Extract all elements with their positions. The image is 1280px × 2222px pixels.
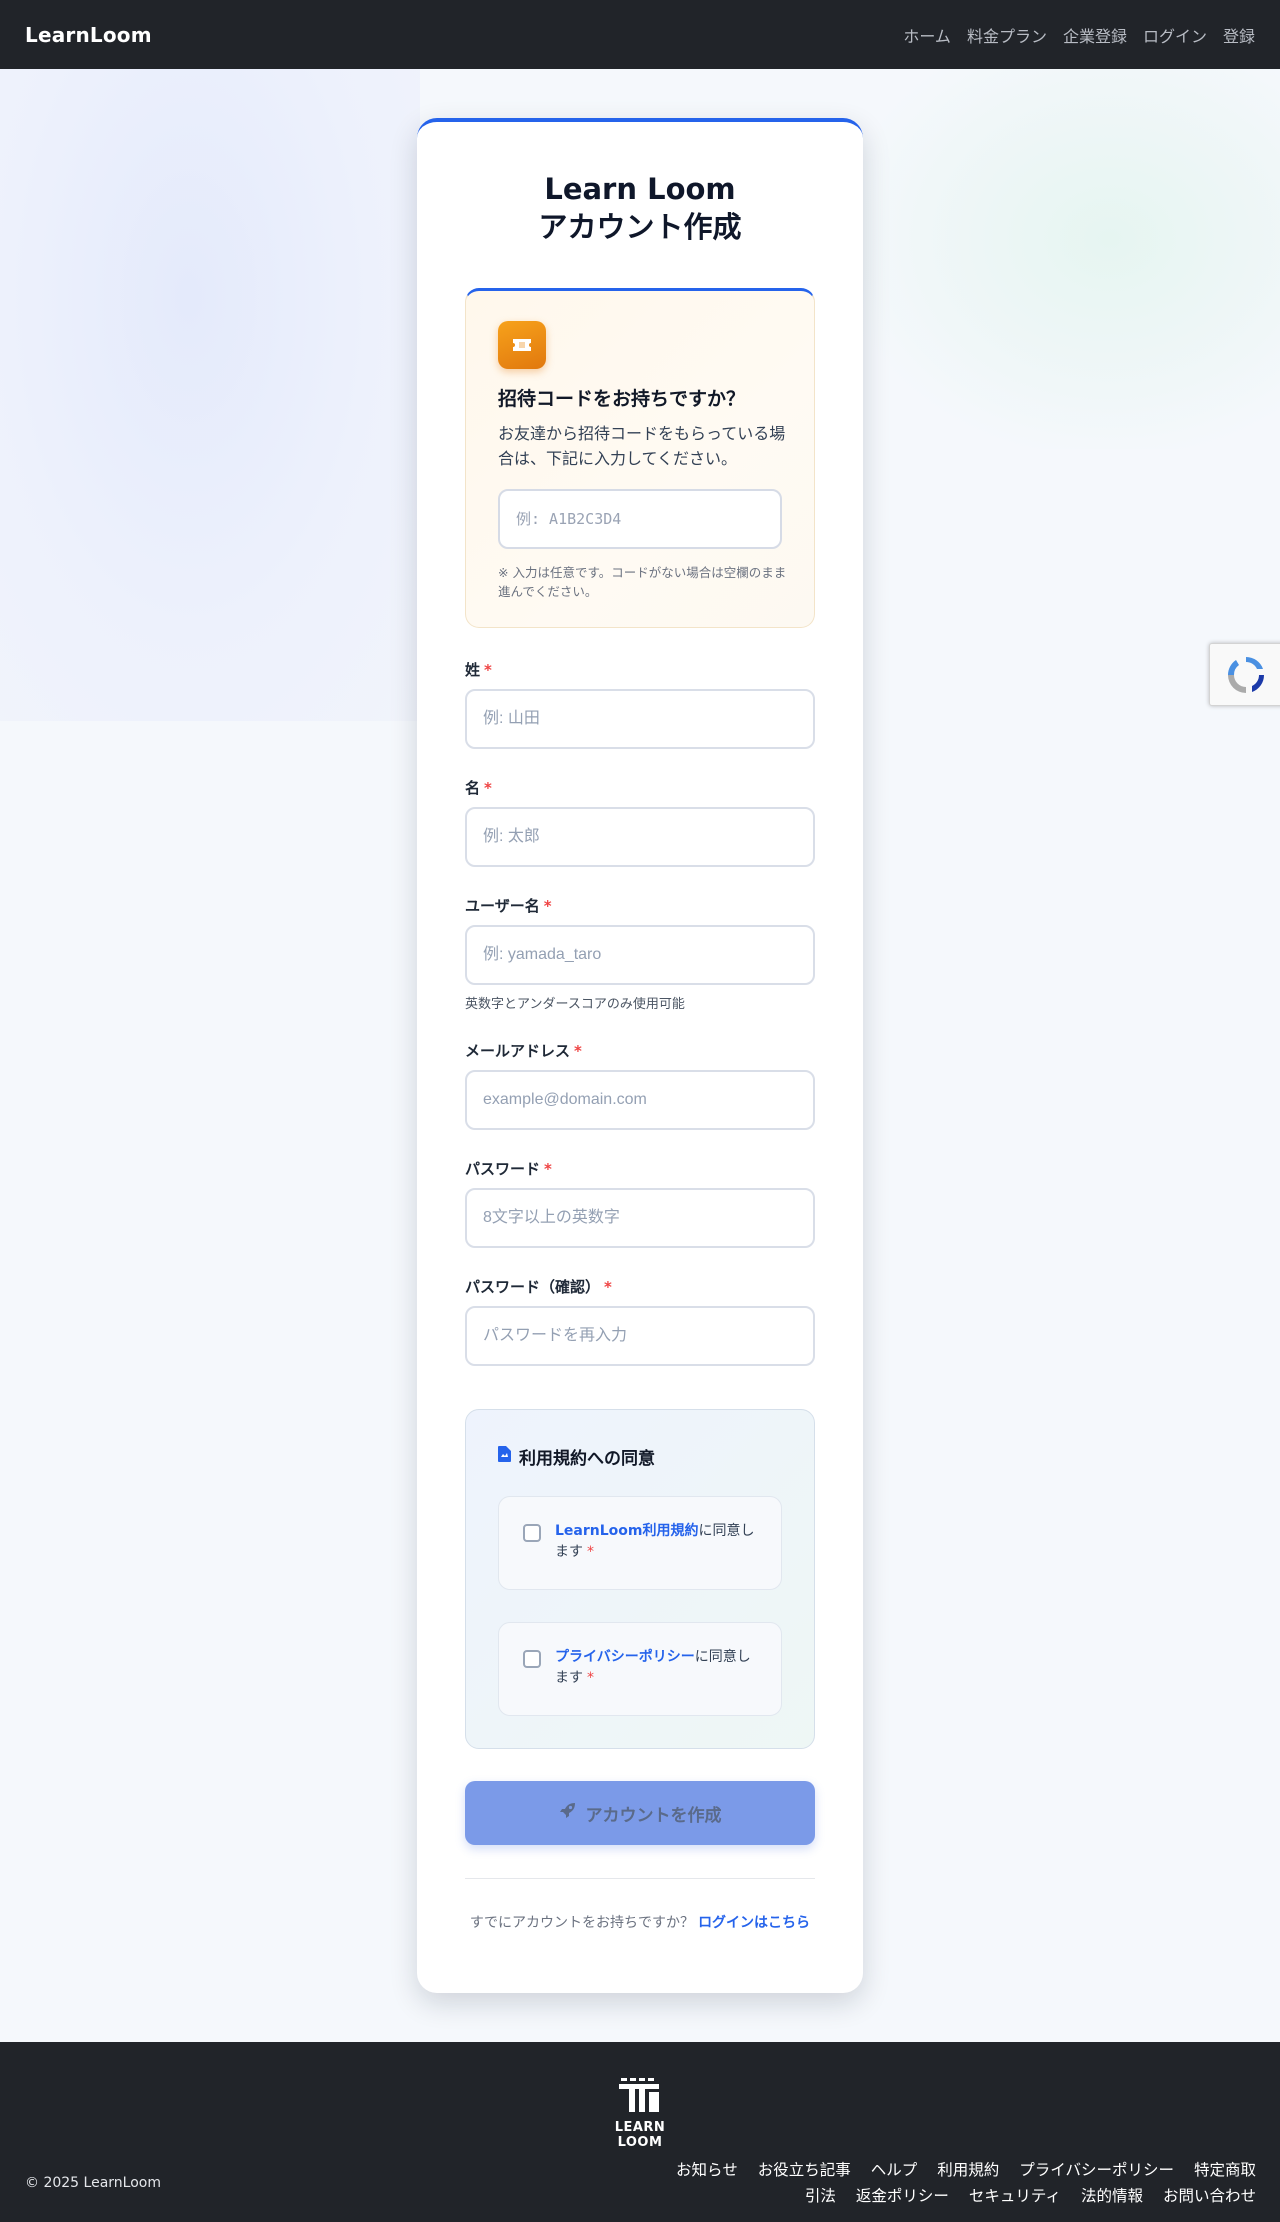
- invite-description: お友達から招待コードをもらっている場合は、下記に入力してください。: [498, 424, 786, 468]
- required-mark: *: [587, 1670, 594, 1686]
- invite-heading: 招待コードをお持ちですか？: [498, 388, 746, 410]
- background-glow: [850, 69, 1280, 449]
- required-mark: *: [604, 1278, 612, 1296]
- document-icon: [498, 1446, 511, 1467]
- footer-link-legal[interactable]: 法的情報: [1081, 2184, 1143, 2206]
- username-hint: 英数字とアンダースコアのみ使用可能: [465, 997, 685, 1012]
- email-group: メールアドレス *: [465, 1040, 815, 1130]
- last-name-group: 姓 *: [465, 659, 815, 749]
- required-mark: *: [484, 779, 492, 797]
- login-link[interactable]: ログインはこちら: [698, 1915, 810, 1931]
- loom-logo-icon: [619, 2078, 659, 2112]
- signup-card: Learn Loom アカウント作成 招待コードをお持ちですか？ お友達から招待…: [417, 118, 863, 1993]
- terms-section: 利用規約への同意 LearnLoom利用規約に同意します * プライバシーポリシー…: [465, 1409, 815, 1749]
- email-input[interactable]: [465, 1070, 815, 1130]
- recaptcha-badge[interactable]: [1209, 643, 1280, 706]
- footer-link-terms[interactable]: 利用規約: [937, 2158, 999, 2180]
- required-mark: *: [574, 1042, 582, 1060]
- password-input[interactable]: [465, 1188, 815, 1248]
- footer-link-help[interactable]: ヘルプ: [871, 2158, 918, 2180]
- username-label: ユーザー名 *: [465, 897, 552, 915]
- required-mark: *: [587, 1544, 594, 1560]
- privacy-label: プライバシーポリシーに同意します *: [555, 1649, 751, 1686]
- footer-link-security[interactable]: セキュリティ: [969, 2184, 1061, 2206]
- username-input[interactable]: [465, 925, 815, 985]
- ticket-icon: [498, 321, 546, 369]
- invite-code-input[interactable]: [498, 489, 782, 549]
- last-name-label: 姓 *: [465, 661, 492, 679]
- tos-label: LearnLoom利用規約に同意します *: [555, 1523, 755, 1560]
- password-confirm-group: パスワード（確認） *: [465, 1276, 815, 1366]
- footer-link-articles[interactable]: お役立ち記事: [758, 2158, 851, 2180]
- required-mark: *: [543, 897, 552, 915]
- password-label: パスワード *: [465, 1160, 552, 1178]
- footer-logo-text: LEARN LOOM: [614, 2120, 666, 2150]
- tos-consent[interactable]: LearnLoom利用規約に同意します *: [498, 1496, 782, 1590]
- nav-enterprise[interactable]: 企業登録: [1063, 23, 1127, 47]
- create-account-button[interactable]: アカウントを作成: [465, 1781, 815, 1845]
- footer-links: お知らせ お役立ち記事 ヘルプ 利用規約 プライバシーポリシー 特定商取 引法 …: [616, 2158, 1256, 2210]
- required-mark: *: [544, 1160, 552, 1178]
- required-mark: *: [484, 661, 492, 679]
- nav-pricing[interactable]: 料金プラン: [967, 23, 1047, 47]
- page-title: Learn Loom アカウント作成: [417, 170, 863, 246]
- email-label: メールアドレス *: [465, 1042, 582, 1060]
- password-confirm-label: パスワード（確認） *: [465, 1278, 612, 1296]
- title-brand: Learn Loom: [544, 172, 736, 206]
- brand-logo[interactable]: LearnLoom: [25, 23, 152, 47]
- footer-logo[interactable]: LEARN LOOM: [590, 2078, 690, 2150]
- site-footer: LEARN LOOM © 2025 LearnLoom お知らせ お役立ち記事 …: [0, 2042, 1280, 2222]
- title-main: アカウント作成: [538, 210, 742, 244]
- last-name-input[interactable]: [465, 689, 815, 749]
- background-panel: [0, 69, 420, 721]
- terms-heading: 利用規約への同意: [498, 1444, 655, 1469]
- create-account-label: アカウントを作成: [585, 1805, 722, 1825]
- footer-link-refund[interactable]: 返金ポリシー: [856, 2184, 949, 2206]
- invite-note: ※ 入力は任意です。コードがない場合は空欄のまま進んでください。: [498, 565, 787, 599]
- nav-signup[interactable]: 登録: [1223, 23, 1255, 47]
- recaptcha-icon: [1228, 657, 1264, 693]
- tos-link[interactable]: LearnLoom利用規約: [555, 1523, 698, 1539]
- footer-link-privacy[interactable]: プライバシーポリシー: [1019, 2158, 1174, 2180]
- footer-link-tokusho-cont[interactable]: 引法: [805, 2184, 836, 2206]
- password-confirm-input[interactable]: [465, 1306, 815, 1366]
- divider: [465, 1878, 815, 1879]
- invite-code-section: 招待コードをお持ちですか？ お友達から招待コードをもらっている場合は、下記に入力…: [465, 288, 815, 628]
- first-name-group: 名 *: [465, 777, 815, 867]
- footer-link-contact[interactable]: お問い合わせ: [1163, 2184, 1256, 2206]
- nav-home[interactable]: ホーム: [903, 23, 951, 47]
- footer-link-news[interactable]: お知らせ: [676, 2158, 738, 2180]
- login-prompt: すでにアカウントをお持ちですか？ ログインはこちら: [469, 1915, 811, 1931]
- nav-login[interactable]: ログイン: [1143, 23, 1207, 47]
- footer-link-tokusho[interactable]: 特定商取: [1194, 2158, 1256, 2180]
- tos-checkbox[interactable]: [523, 1524, 541, 1542]
- first-name-label: 名 *: [465, 779, 492, 797]
- rocket-icon: [559, 1802, 576, 1824]
- privacy-consent[interactable]: プライバシーポリシーに同意します *: [498, 1622, 782, 1716]
- top-navbar: LearnLoom ホーム 料金プラン 企業登録 ログイン 登録: [0, 0, 1280, 69]
- privacy-checkbox[interactable]: [523, 1650, 541, 1668]
- username-group: ユーザー名* 英数字とアンダースコアのみ使用可能: [465, 895, 815, 1012]
- main-nav: ホーム 料金プラン 企業登録 ログイン 登録: [903, 23, 1255, 47]
- copyright: © 2025 LearnLoom: [25, 2175, 161, 2191]
- privacy-link[interactable]: プライバシーポリシー: [555, 1649, 695, 1665]
- first-name-input[interactable]: [465, 807, 815, 867]
- password-group: パスワード *: [465, 1158, 815, 1248]
